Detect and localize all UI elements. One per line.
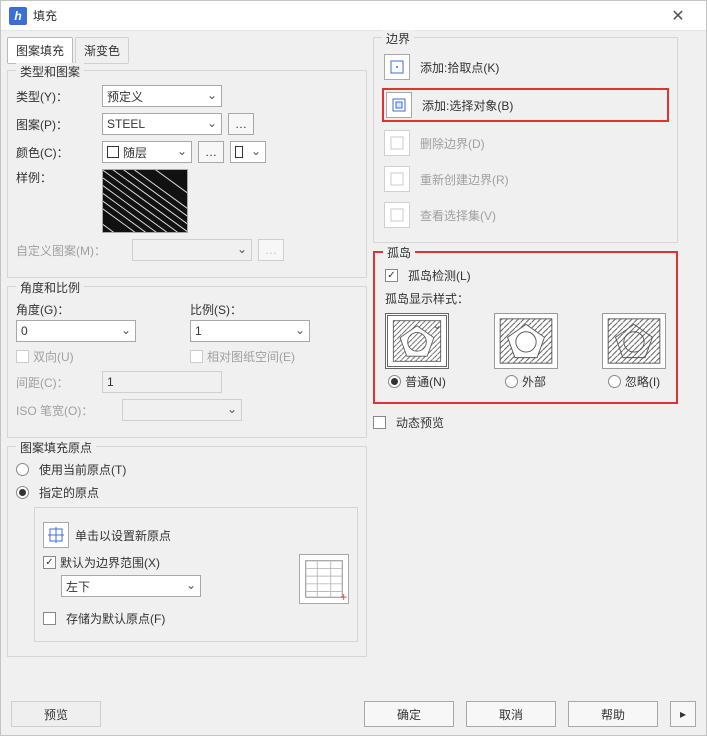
view-icon [389, 207, 405, 223]
select-custom-pattern [132, 239, 252, 261]
recreate-boundary-button [384, 166, 410, 192]
select-scale[interactable]: 1 [190, 320, 310, 342]
label-view-selection: 查看选择集(V) [420, 207, 496, 224]
radio-island-outer[interactable] [505, 375, 518, 388]
island-ignore-preview[interactable] [602, 313, 666, 369]
label-sample: 样例： [16, 169, 96, 186]
checkbox-dynamic-preview[interactable] [373, 416, 386, 429]
radio-island-normal[interactable] [388, 375, 401, 388]
select-pattern[interactable]: STEEL [102, 113, 222, 135]
label-pattern: 图案(P)： [16, 116, 96, 133]
sample-preview[interactable] [102, 169, 188, 233]
cancel-button[interactable]: 取消 [466, 701, 556, 727]
select-bg-color[interactable] [230, 141, 266, 163]
label-island-ignore: 忽略(I) [625, 373, 660, 390]
checkbox-store-default[interactable] [43, 612, 56, 625]
tab-gradient[interactable]: 渐变色 [75, 37, 129, 64]
label-default-extent: 默认为边界范围(X) [60, 554, 160, 571]
checkbox-paperspace [190, 350, 203, 363]
label-click-new-origin: 单击以设置新原点 [75, 527, 171, 544]
label-dynamic-preview: 动态预览 [396, 414, 444, 431]
group-type-pattern: 类型和图案 类型(Y)： 预定义 图案(P)： STEEL … 颜色(C)： 随… [7, 70, 367, 278]
label-use-current-origin: 使用当前原点(T) [39, 461, 126, 478]
group-origin: 图案填充原点 使用当前原点(T) 指定的原点 单击以设置新原点 ✓默认为边界范围… [7, 446, 367, 657]
label-island-style: 孤岛显示样式： [385, 290, 666, 307]
select-iso-pen [122, 399, 242, 421]
label-add-pick: 添加:拾取点(K) [420, 59, 499, 76]
delete-boundary-button [384, 130, 410, 156]
legend-type-pattern: 类型和图案 [16, 63, 84, 80]
titlebar: h 填充 ✕ [1, 1, 706, 31]
group-island: 孤岛 ✓孤岛检测(L) 孤岛显示样式： 普通(N) 外部 忽略(I) [373, 251, 678, 404]
close-button[interactable]: ✕ [658, 6, 698, 26]
help-button[interactable]: 帮助 [568, 701, 658, 727]
none-swatch-icon [235, 146, 243, 158]
label-bidir: 双向(U) [33, 348, 74, 365]
island-outer-preview[interactable] [494, 313, 558, 369]
tabs: 图案填充 渐变色 [7, 37, 367, 64]
color-more-button[interactable]: … [198, 141, 224, 163]
label-delete-boundary: 删除边界(D) [420, 135, 485, 152]
target-icon [48, 527, 64, 543]
label-recreate-boundary: 重新创建边界(R) [420, 171, 509, 188]
radio-use-current-origin[interactable] [16, 463, 29, 476]
checkbox-island-detect[interactable]: ✓ [385, 269, 398, 282]
window-title: 填充 [33, 7, 658, 24]
app-icon: h [9, 7, 27, 25]
preview-button: 预览 [11, 701, 101, 727]
select-angle[interactable]: 0 [16, 320, 136, 342]
label-island-normal: 普通(N) [405, 373, 446, 390]
island-normal-preview[interactable] [385, 313, 449, 369]
label-add-select: 添加:选择对象(B) [422, 97, 513, 114]
delete-icon [389, 135, 405, 151]
recreate-icon [389, 171, 405, 187]
checkbox-default-extent[interactable]: ✓ [43, 556, 56, 569]
legend-angle-scale: 角度和比例 [16, 279, 84, 296]
add-select-object-button[interactable] [386, 92, 412, 118]
label-custom-pattern: 自定义图案(M)： [16, 242, 126, 259]
label-angle: 角度(G)： [16, 301, 184, 318]
label-island-detect: 孤岛检测(L) [408, 267, 471, 284]
checkbox-bidir [16, 350, 29, 363]
radio-island-ignore[interactable] [608, 375, 621, 388]
legend-origin: 图案填充原点 [16, 439, 96, 456]
radio-specified-origin[interactable] [16, 486, 29, 499]
input-spacing: 1 [102, 371, 222, 393]
view-selection-button [384, 202, 410, 228]
expand-button[interactable]: ▸ [670, 701, 696, 727]
label-island-outer: 外部 [522, 373, 546, 390]
label-specified-origin: 指定的原点 [39, 484, 99, 501]
pick-point-icon [389, 59, 405, 75]
add-pick-point-button[interactable] [384, 54, 410, 80]
label-store-default: 存储为默认原点(F) [66, 610, 165, 627]
label-iso-pen: ISO 笔宽(O)： [16, 402, 116, 419]
label-spacing: 间距(C)： [16, 374, 96, 391]
group-boundary: 边界 添加:拾取点(K) 添加:选择对象(B) 删除边界(D) 重新创建边界(R… [373, 37, 678, 243]
label-type: 类型(Y)： [16, 88, 96, 105]
legend-island: 孤岛 [383, 244, 415, 261]
svg-text:+: + [340, 592, 347, 603]
custom-browse-button: … [258, 239, 284, 261]
label-color: 颜色(C)： [16, 144, 96, 161]
group-angle-scale: 角度和比例 角度(G)： 0 比例(S)： 1 双向(U) 相对图纸空间(E) … [7, 286, 367, 438]
select-origin-pos[interactable]: 左下 [61, 575, 201, 597]
select-type[interactable]: 预定义 [102, 85, 222, 107]
pick-origin-button[interactable] [43, 522, 69, 548]
label-paperspace: 相对图纸空间(E) [207, 348, 295, 365]
label-scale: 比例(S)： [190, 301, 358, 318]
select-color[interactable]: 随层 [102, 141, 192, 163]
pattern-browse-button[interactable]: … [228, 113, 254, 135]
origin-preview: + [299, 554, 349, 604]
select-object-icon [391, 97, 407, 113]
legend-boundary: 边界 [382, 30, 414, 47]
ok-button[interactable]: 确定 [364, 701, 454, 727]
color-swatch-icon [107, 146, 119, 158]
footer: 预览 确定 取消 帮助 ▸ [1, 701, 706, 727]
tab-pattern-fill[interactable]: 图案填充 [7, 37, 73, 64]
